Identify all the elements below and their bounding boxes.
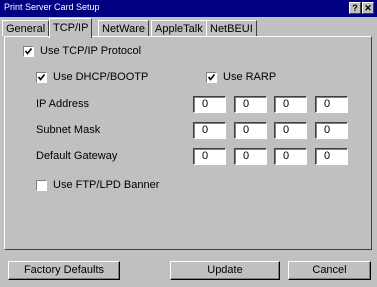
use-dhcp-row[interactable]: Use DHCP/BOOTP (36, 70, 148, 84)
use-ftp-banner-label: Use FTP/LPD Banner (53, 179, 160, 191)
use-rarp-row[interactable]: Use RARP (206, 70, 276, 84)
subnet-mask-octet-3[interactable]: 0 (274, 122, 307, 139)
default-gateway-octet-2[interactable]: 0 (234, 148, 267, 165)
use-tcpip-row[interactable]: Use TCP/IP Protocol (23, 44, 141, 58)
use-rarp-label: Use RARP (223, 71, 277, 83)
subnet-mask-octet-2[interactable]: 0 (234, 122, 267, 139)
use-rarp-checkbox[interactable] (206, 71, 217, 83)
default-gateway-label: Default Gateway (36, 150, 118, 162)
use-tcpip-label: Use TCP/IP Protocol (40, 45, 142, 57)
checkmark-icon (24, 47, 33, 55)
help-button[interactable]: ? (349, 2, 361, 14)
subnet-mask-octet-4[interactable]: 0 (315, 122, 348, 139)
use-dhcp-checkbox[interactable] (36, 71, 47, 83)
default-gateway-octet-4[interactable]: 0 (315, 148, 348, 165)
ip-address-octet-3[interactable]: 0 (274, 96, 307, 113)
ip-address-label: IP Address (36, 98, 89, 110)
ip-address-octet-1[interactable]: 0 (193, 96, 226, 113)
use-ftp-banner-row[interactable]: Use FTP/LPD Banner (36, 178, 159, 192)
subnet-mask-label: Subnet Mask (36, 124, 101, 136)
use-tcpip-checkbox[interactable] (23, 45, 34, 57)
default-gateway-octet-1[interactable]: 0 (193, 148, 226, 165)
factory-defaults-button[interactable]: Factory Defaults (8, 261, 120, 280)
use-dhcp-label: Use DHCP/BOOTP (53, 71, 149, 83)
ip-address-octet-4[interactable]: 0 (315, 96, 348, 113)
window-title: Print Server Card Setup (4, 2, 100, 12)
ip-address-octet-2[interactable]: 0 (234, 96, 267, 113)
update-button[interactable]: Update (170, 261, 280, 280)
tab-appletalk[interactable]: AppleTalk (151, 20, 207, 36)
close-button[interactable]: ✕ (362, 2, 374, 14)
tab-netbeui[interactable]: NetBEUI (206, 20, 257, 36)
subnet-mask-octet-1[interactable]: 0 (193, 122, 226, 139)
checkmark-icon (207, 73, 216, 81)
tcpip-panel: Use TCP/IP Protocol Use DHCP/BOOTP Use R… (4, 36, 372, 250)
title-bar: Print Server Card Setup ? ✕ (0, 0, 377, 17)
use-ftp-banner-checkbox[interactable] (36, 179, 47, 191)
checkmark-icon (37, 73, 46, 81)
cancel-button[interactable]: Cancel (288, 261, 371, 280)
tab-netware[interactable]: NetWare (98, 20, 149, 36)
default-gateway-octet-3[interactable]: 0 (274, 148, 307, 165)
dialog-window: Print Server Card Setup ? ✕ General TCP/… (0, 0, 377, 287)
tab-general[interactable]: General (2, 20, 50, 36)
tab-tcpip[interactable]: TCP/IP (49, 18, 93, 38)
